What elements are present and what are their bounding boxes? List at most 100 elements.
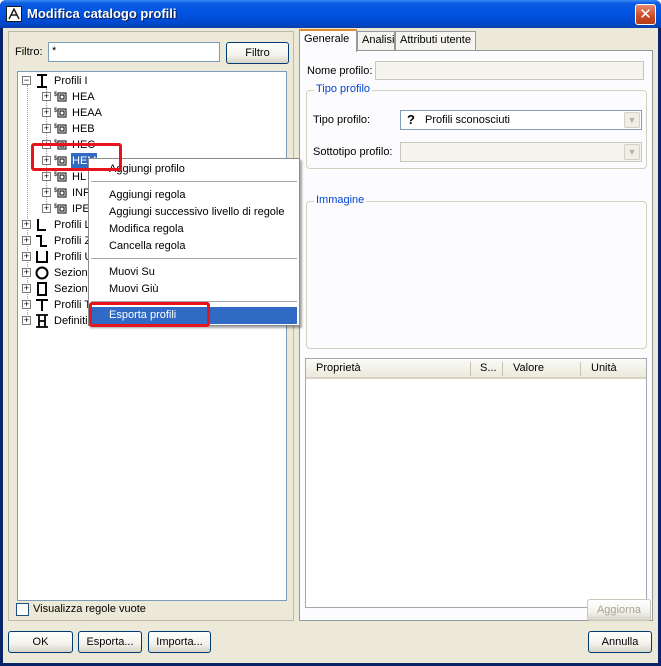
menu-item-aggiungi-livello[interactable]: Aggiungi successivo livello di regole	[91, 204, 297, 221]
collapse-icon[interactable]: −	[22, 76, 31, 85]
tree-label: Profili Z	[54, 235, 92, 247]
chevron-down-icon[interactable]: ▼	[624, 112, 640, 128]
svg-text:$: $	[54, 108, 58, 114]
expand-icon[interactable]: +	[42, 92, 51, 101]
tree-label: Sezioni	[54, 283, 91, 295]
dialog-window: Modifica catalogo profili ✕ Filtro: * Fi…	[0, 0, 661, 666]
expand-icon[interactable]: +	[42, 124, 51, 133]
expand-icon[interactable]: +	[42, 108, 51, 117]
tree-label: Profili T	[54, 299, 92, 311]
profile-catalog-icon: $	[54, 172, 67, 182]
filter-label: Filtro:	[15, 46, 43, 58]
profile-type-value: Profili sconosciuti	[425, 114, 510, 126]
expand-icon[interactable]: +	[22, 316, 31, 325]
properties-grid[interactable]: Proprietà S... Valore Unità	[305, 358, 647, 608]
menu-item-muovi-su[interactable]: Muovi Su	[91, 264, 297, 281]
tab-generale[interactable]: Generale	[299, 29, 357, 52]
profile-catalog-icon: $	[54, 124, 67, 134]
user-defined-section-icon	[36, 314, 48, 328]
tree-node-hea[interactable]: + $ HEA	[42, 89, 122, 105]
expand-icon[interactable]: +	[22, 252, 31, 261]
l-section-icon	[37, 219, 46, 231]
tree-label: HEAA	[72, 107, 102, 119]
tab-page-generale: Nome profilo: Tipo profilo Tipo profilo:…	[299, 50, 653, 621]
expand-icon[interactable]: +	[22, 268, 31, 277]
profile-type-group-title: Tipo profilo	[314, 83, 373, 95]
menu-separator	[91, 181, 297, 182]
import-button[interactable]: Importa...	[148, 631, 211, 653]
profile-type-combo[interactable]: ? Profili sconosciuti ▼	[400, 110, 642, 130]
show-empty-rules-label: Visualizza regole vuote	[33, 603, 146, 615]
profile-subtype-combo[interactable]: ▼	[400, 142, 642, 162]
z-section-icon	[36, 235, 47, 247]
circle-section-icon	[35, 266, 49, 280]
expand-icon[interactable]: +	[22, 236, 31, 245]
chevron-down-icon[interactable]: ▼	[624, 144, 640, 160]
annotation-highlight-tree-node	[31, 143, 122, 171]
tree-label: Definiti	[54, 315, 88, 327]
profile-catalog-icon: $	[54, 204, 67, 214]
svg-text:$: $	[54, 92, 58, 98]
update-button[interactable]: Aggiorna	[587, 599, 651, 621]
tree-label: Sezioni	[54, 267, 91, 279]
grid-header: Proprietà S... Valore Unità	[306, 359, 646, 379]
menu-separator	[91, 258, 297, 259]
menu-item-modifica-regola[interactable]: Modifica regola	[91, 221, 297, 238]
cancel-button[interactable]: Annulla	[588, 631, 652, 653]
column-divider[interactable]	[470, 362, 471, 376]
tree-label: Profili I	[54, 75, 88, 87]
tree-label: Profili L	[54, 219, 91, 231]
column-header-proprieta[interactable]: Proprietà	[316, 362, 361, 374]
profile-type-label: Tipo profilo:	[313, 114, 371, 126]
expand-icon[interactable]: +	[22, 284, 31, 293]
tree-label: Profili U	[54, 251, 93, 263]
t-section-icon	[36, 299, 48, 311]
menu-item-aggiungi-regola[interactable]: Aggiungi regola	[91, 187, 297, 204]
tab-analisi[interactable]: Analisi	[357, 31, 395, 51]
export-button[interactable]: Esporta...	[78, 631, 142, 653]
tree-node-heaa[interactable]: + $ HEAA	[42, 105, 122, 121]
profile-name-field[interactable]	[375, 61, 644, 80]
title-bar[interactable]: Modifica catalogo profili ✕	[0, 0, 661, 28]
column-divider[interactable]	[580, 362, 581, 376]
tree-node-heb[interactable]: + $ HEB	[42, 121, 122, 137]
svg-text:$: $	[54, 124, 58, 130]
profile-subtype-label: Sottotipo profilo:	[313, 146, 393, 158]
expand-icon[interactable]: +	[42, 172, 51, 181]
tab-attributi-utente[interactable]: Attributi utente	[395, 31, 476, 51]
expand-icon[interactable]: +	[22, 300, 31, 309]
column-header-valore[interactable]: Valore	[513, 362, 544, 374]
close-button[interactable]: ✕	[635, 4, 656, 25]
menu-item-muovi-giu[interactable]: Muovi Giù	[91, 281, 297, 298]
ok-button[interactable]: OK	[8, 631, 73, 653]
tree-node-profili-i[interactable]: − Profili I	[22, 73, 122, 89]
u-section-icon	[36, 251, 48, 263]
window-title: Modifica catalogo profili	[27, 6, 177, 21]
tree-label: HEA	[72, 91, 95, 103]
i-section-icon	[37, 74, 47, 88]
show-empty-rules-checkbox[interactable]	[16, 603, 29, 616]
svg-text:$: $	[54, 204, 58, 210]
filter-input[interactable]: *	[48, 42, 220, 62]
question-mark-icon: ?	[407, 112, 415, 127]
app-icon	[6, 6, 22, 22]
expand-icon[interactable]: +	[42, 188, 51, 197]
profile-catalog-icon: $	[54, 188, 67, 198]
rect-section-icon	[37, 282, 47, 296]
filter-button[interactable]: Filtro	[226, 42, 289, 64]
column-header-unita[interactable]: Unità	[591, 362, 617, 374]
profile-name-label: Nome profilo:	[307, 65, 373, 77]
column-header-s[interactable]: S...	[480, 362, 497, 374]
annotation-highlight-export-item	[89, 302, 210, 327]
tree-label: HEB	[72, 123, 95, 135]
expand-icon[interactable]: +	[42, 204, 51, 213]
svg-text:$: $	[54, 188, 58, 194]
expand-icon[interactable]: +	[22, 220, 31, 229]
profile-catalog-icon: $	[54, 92, 67, 102]
image-group: Immagine	[306, 194, 647, 349]
context-menu: Aggiungi profilo Aggiungi regola Aggiung…	[88, 158, 300, 326]
menu-item-cancella-regola[interactable]: Cancella regola	[91, 238, 297, 255]
tree-label: HL	[72, 171, 87, 183]
column-divider[interactable]	[502, 362, 503, 376]
profile-catalog-icon: $	[54, 108, 67, 118]
